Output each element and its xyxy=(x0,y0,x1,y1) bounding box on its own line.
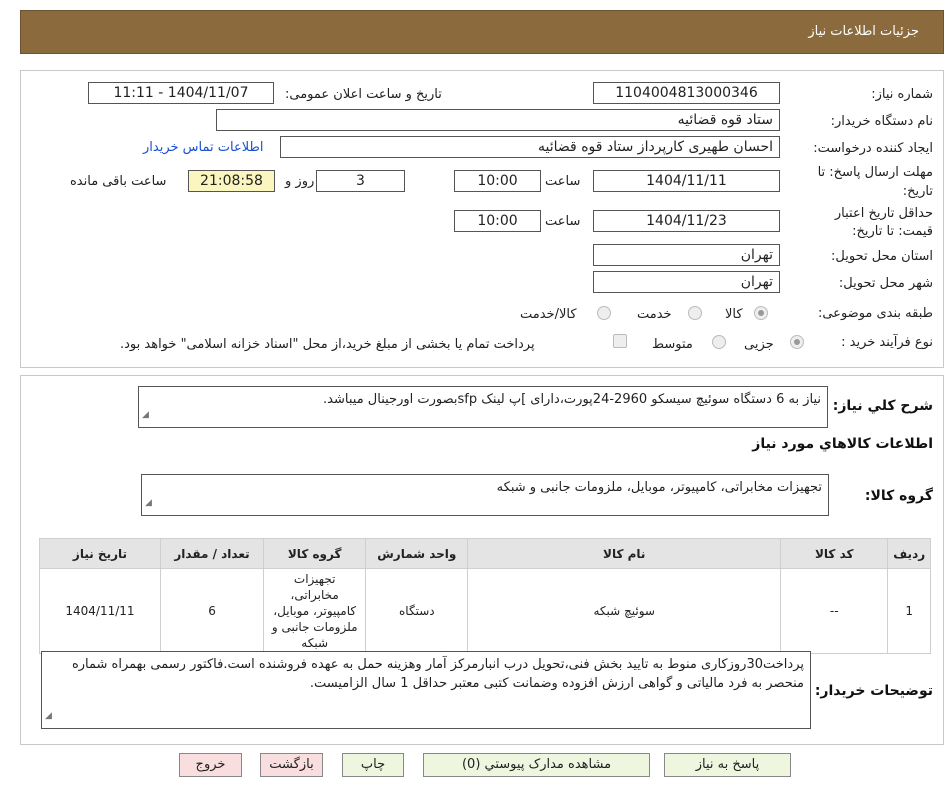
cell-date: 1404/11/11 xyxy=(39,568,161,654)
process-option-medium: متوسط xyxy=(652,337,693,352)
creator-label: ایجاد کننده درخواست: xyxy=(813,141,933,156)
page-header: جزئیات اطلاعات نیاز xyxy=(20,10,944,54)
deadline-date-field: 1404/11/11 xyxy=(593,170,780,192)
process-radio-medium[interactable] xyxy=(712,335,726,349)
need-number-label: شماره نیاز: xyxy=(871,87,933,102)
deadline-time-field: 10:00 xyxy=(454,170,541,192)
contact-buyer-link[interactable]: اطلاعات تماس خریدار xyxy=(143,140,263,155)
exit-button[interactable]: خروج xyxy=(179,753,242,777)
summary-label: شرح کلي نياز: xyxy=(832,398,933,414)
col-qty: تعداد / مقدار xyxy=(159,538,265,569)
validity-time-label: ساعت xyxy=(545,214,581,229)
back-button[interactable]: بازگشت xyxy=(260,753,323,777)
table-header-row: رديف کد کالا نام کالا واحد شمارش گروه کا… xyxy=(39,538,931,569)
cell-qty: 6 xyxy=(159,568,265,654)
page-title: جزئیات اطلاعات نیاز xyxy=(808,24,919,39)
city-label: شهر محل تحویل: xyxy=(838,276,933,291)
treasury-bonds-checkbox[interactable] xyxy=(613,334,627,348)
goods-info-title: اطلاعات کالاهاي مورد نياز xyxy=(752,436,933,452)
days-label: روز و xyxy=(285,174,315,189)
deadline-label: مهلت ارسال پاسخ: تا xyxy=(817,165,933,180)
remaining-time-label: ساعت باقی مانده xyxy=(70,174,167,189)
days-remaining-field: 3 xyxy=(316,170,405,192)
col-unit: واحد شمارش xyxy=(365,538,469,569)
buyer-notes-textarea: پرداخت30روزکاری منوط به تایید بخش فنی،تح… xyxy=(41,651,811,729)
resize-grip-icon: ◢ xyxy=(142,410,149,420)
cell-group: تجهیزات مخابراتی، کامپیوتر، موبایل، ملزو… xyxy=(263,568,367,654)
city-field: تهران xyxy=(593,271,780,293)
goods-group-label: گروه کالا: xyxy=(864,488,933,504)
col-row: رديف xyxy=(887,538,931,569)
payment-note: پرداخت تمام یا بخشی از مبلغ خرید،از محل … xyxy=(120,337,535,352)
resize-grip-icon: ◢ xyxy=(45,711,52,721)
col-code: کد کالا xyxy=(780,538,889,569)
process-label: نوع فرآیند خرید : xyxy=(841,335,933,350)
goods-table: رديف کد کالا نام کالا واحد شمارش گروه کا… xyxy=(39,538,931,654)
process-radio-minor[interactable] xyxy=(790,335,804,349)
deadline-time-label: ساعت xyxy=(545,174,581,189)
col-group: گروه کالا xyxy=(263,538,367,569)
validity-label-date: قیمت: تا تاریخ: xyxy=(852,224,933,239)
need-number-field: 1104004813000346 xyxy=(593,82,780,104)
print-button[interactable]: چاپ xyxy=(342,753,404,777)
col-date: تاریخ نیاز xyxy=(39,538,161,569)
process-option-minor: جزیی xyxy=(744,337,774,352)
validity-time-field: 10:00 xyxy=(454,210,541,232)
announce-label: تاریخ و ساعت اعلان عمومی: xyxy=(285,87,442,102)
buyer-notes-label: توضیحات خریدار: xyxy=(814,683,933,699)
category-radio-service[interactable] xyxy=(688,306,702,320)
category-radio-goods[interactable] xyxy=(754,306,768,320)
buyer-label: نام دستگاه خریدار: xyxy=(830,114,933,129)
validity-label: حداقل تاریخ اعتبار xyxy=(834,206,933,221)
resize-grip-icon: ◢ xyxy=(145,498,152,508)
buyer-field: ستاد قوه قضائیه xyxy=(216,109,780,131)
announce-field: 1404/11/07 - 11:11 xyxy=(88,82,274,104)
cell-unit: دستگاه xyxy=(365,568,469,654)
cell-row: 1 xyxy=(887,568,931,654)
province-field: تهران xyxy=(593,244,780,266)
category-label: طبقه بندی موضوعی: xyxy=(817,306,933,321)
category-option-service: خدمت xyxy=(637,307,672,322)
cell-name: سوئیچ شبکه xyxy=(467,568,782,654)
goods-group-text: تجهیزات مخابراتی، کامپیوتر، موبایل، ملزو… xyxy=(496,480,822,495)
remaining-time-field: 21:08:58 xyxy=(188,170,275,192)
cell-code: -- xyxy=(780,568,889,654)
deadline-label-date: تاریخ: xyxy=(902,184,933,199)
reply-button[interactable]: پاسخ به نیاز xyxy=(664,753,791,777)
category-radio-goods-service[interactable] xyxy=(597,306,611,320)
buyer-notes-text: پرداخت30روزکاری منوط به تایید بخش فنی،تح… xyxy=(71,657,804,691)
province-label: استان محل تحویل: xyxy=(831,249,933,264)
view-attachments-button[interactable]: مشاهده مدارک پیوستي (0) xyxy=(423,753,650,777)
table-row: 1 -- سوئیچ شبکه دستگاه تجهیزات مخابراتی،… xyxy=(39,568,931,654)
validity-date-field: 1404/11/23 xyxy=(593,210,780,232)
col-name: نام کالا xyxy=(467,538,782,569)
goods-group-textarea: تجهیزات مخابراتی، کامپیوتر، موبایل، ملزو… xyxy=(141,474,829,516)
category-option-goods-service: کالا/خدمت xyxy=(520,307,577,322)
summary-textarea: نیاز به 6 دستگاه سوئیچ سیسکو 2960-24پورت… xyxy=(138,386,828,428)
category-option-goods: کالا xyxy=(725,307,743,322)
summary-text: نیاز به 6 دستگاه سوئیچ سیسکو 2960-24پورت… xyxy=(323,392,821,407)
creator-field: احسان طهیری کارپرداز ستاد قوه قضائیه xyxy=(280,136,780,158)
